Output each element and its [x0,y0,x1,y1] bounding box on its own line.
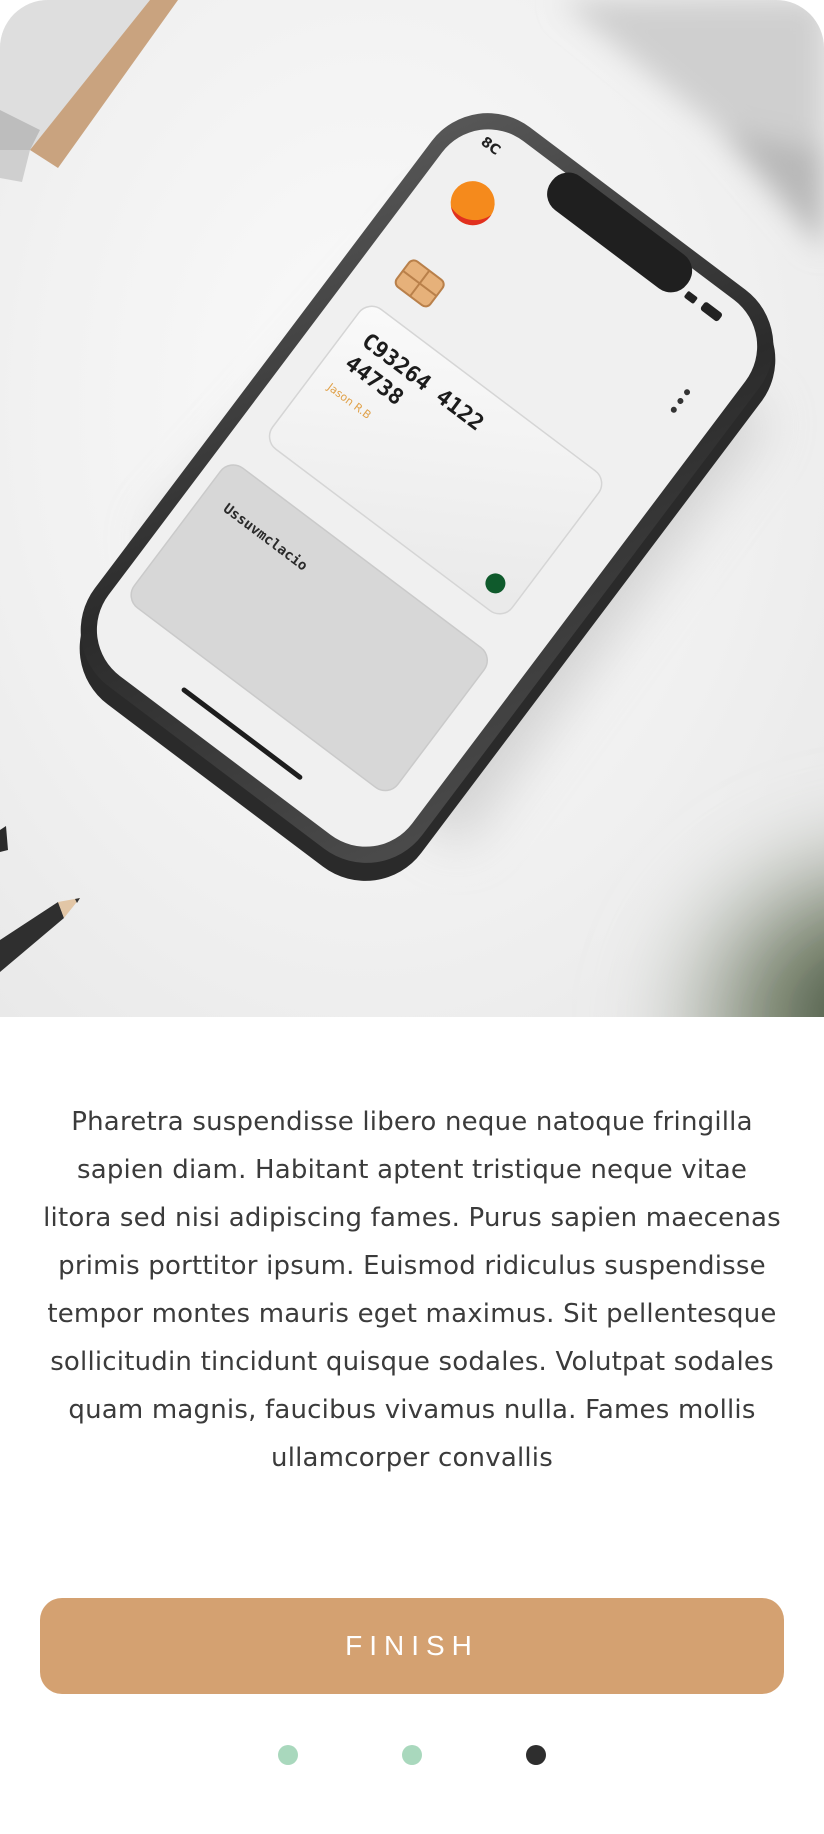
pencil [0,898,80,972]
page-dot-3-active[interactable] [526,1745,546,1765]
page-indicator [0,1745,824,1767]
finish-button[interactable]: FINISH [40,1598,784,1694]
onboarding-description: Pharetra suspendisse libero neque natoqu… [43,1107,781,1473]
page-dot-1[interactable] [278,1745,298,1765]
plant-blur [540,720,824,1017]
onboarding-screen: 8C C93264 4122 44738 Jason R.B Ussuvmcla… [0,0,824,1834]
page-dot-2[interactable] [402,1745,422,1765]
hero-illustration: 8C C93264 4122 44738 Jason R.B Ussuvmcla… [0,0,824,1017]
book-stack [0,0,178,182]
